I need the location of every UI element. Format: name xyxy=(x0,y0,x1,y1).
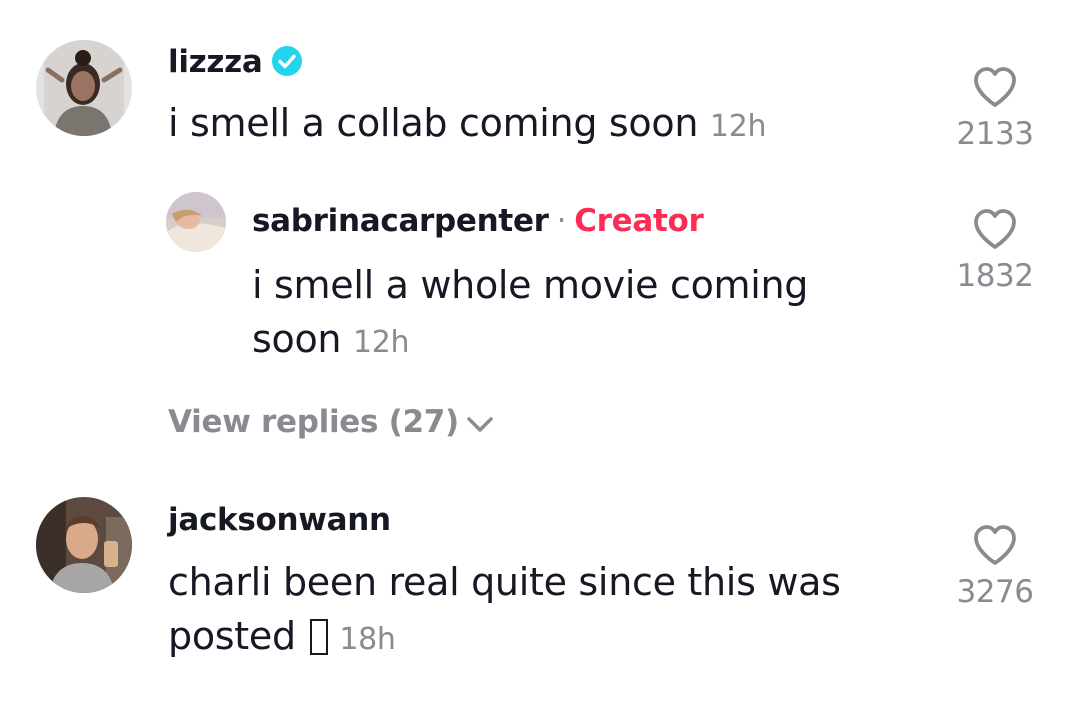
avatar-lizzza[interactable] xyxy=(36,40,132,136)
avatar-sabrinacarpenter-image xyxy=(166,192,226,252)
reply-username[interactable]: sabrinacarpenter · Creator xyxy=(252,203,704,239)
reply-like-button[interactable]: 1832 xyxy=(940,208,1050,294)
like-button[interactable]: 3276 xyxy=(940,524,1050,610)
comment-body: charli been real quite since this was po… xyxy=(168,555,888,667)
avatar-jacksonwann-image xyxy=(36,497,132,593)
username-text: sabrinacarpenter xyxy=(252,203,549,239)
view-replies-label: View replies (27) xyxy=(168,404,459,440)
reply-timestamp: 12h xyxy=(352,325,410,360)
like-count: 1832 xyxy=(956,258,1034,294)
comment-username[interactable]: lizzza xyxy=(168,44,303,80)
username-text: lizzza xyxy=(168,44,263,80)
avatar-lizzza-image xyxy=(36,40,132,136)
comment-timestamp: 12h xyxy=(709,109,767,144)
avatar-sabrinacarpenter[interactable] xyxy=(166,192,226,252)
verified-badge-icon xyxy=(271,46,302,76)
like-button[interactable]: 2133 xyxy=(940,66,1050,152)
view-replies-button[interactable]: View replies (27) xyxy=(168,404,495,440)
chevron-down-icon xyxy=(467,417,493,432)
comment-text: charli been real quite since this was po… xyxy=(168,560,841,658)
separator-dot: · xyxy=(556,203,567,239)
creator-badge: Creator xyxy=(574,203,704,239)
comment-username[interactable]: jacksonwann xyxy=(168,502,391,538)
like-count: 3276 xyxy=(956,574,1034,610)
heart-outline-icon xyxy=(974,209,1016,249)
comment-timestamp: 18h xyxy=(339,622,396,657)
username-text: jacksonwann xyxy=(168,502,391,538)
heart-outline-icon xyxy=(974,67,1016,107)
reply-body: i smell a whole movie coming soon 12h xyxy=(252,258,852,370)
reply-text: i smell a whole movie coming soon xyxy=(252,263,809,361)
heart-outline-icon xyxy=(974,525,1016,565)
comment-body: i smell a collab coming soon 12h xyxy=(168,96,868,154)
like-count: 2133 xyxy=(956,116,1034,152)
emoji-glyph xyxy=(309,619,328,655)
comment-text: i smell a collab coming soon xyxy=(168,101,699,145)
avatar-jacksonwann[interactable] xyxy=(36,497,132,593)
